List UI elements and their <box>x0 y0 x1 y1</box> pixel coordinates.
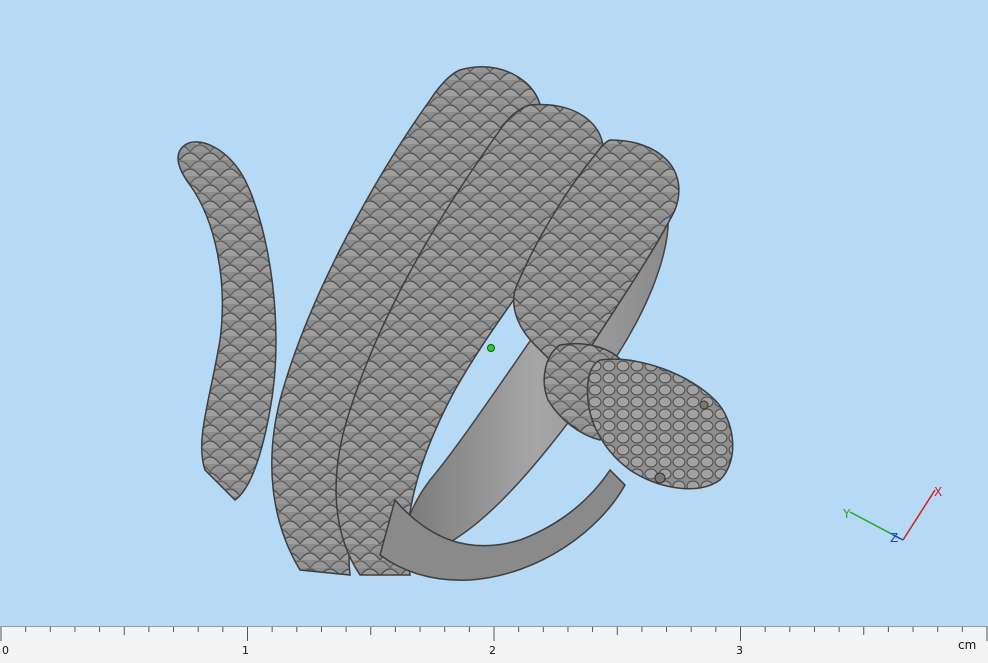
measurement-ruler: 0 1 2 3 cm <box>0 626 988 663</box>
snake-head <box>586 358 734 490</box>
ruler-label-1: 1 <box>242 644 249 657</box>
model-render[interactable]: X Y Z <box>0 0 988 626</box>
pivot-point-marker[interactable] <box>487 344 495 352</box>
axis-gizmo: X Y Z <box>842 485 942 545</box>
3d-viewport[interactable]: X Y Z <box>0 0 988 626</box>
snake-eye <box>654 472 666 484</box>
snake-tail <box>177 141 277 501</box>
z-axis-label: Z <box>890 531 898 545</box>
snake-ring-model <box>177 66 734 581</box>
ruler-label-2: 2 <box>489 644 496 657</box>
y-axis-label: Y <box>842 507 851 521</box>
ruler-label-0: 0 <box>2 644 9 657</box>
ruler-unit: cm <box>958 638 977 652</box>
ruler-label-3: 3 <box>736 644 743 657</box>
snake-nostril <box>699 400 709 410</box>
x-axis-label: X <box>934 485 942 499</box>
